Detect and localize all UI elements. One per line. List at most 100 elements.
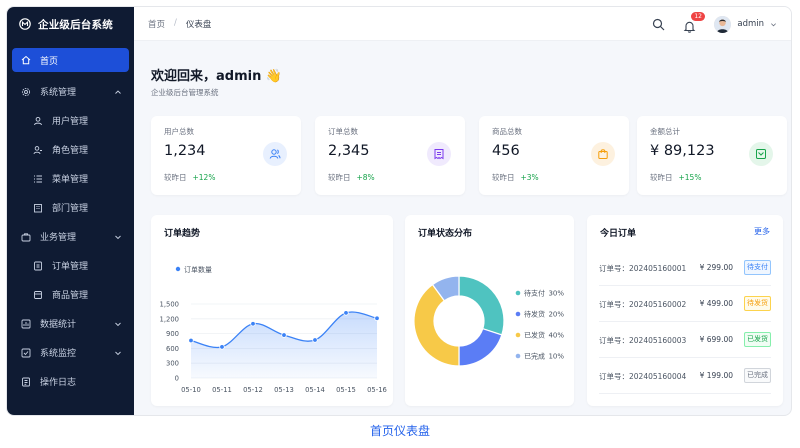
- sidebar-item-system[interactable]: 系统管理: [7, 77, 134, 106]
- x-tick-label: 05-13: [274, 386, 294, 394]
- product-icon: [34, 290, 42, 299]
- legend-label: 已完成: [524, 352, 545, 361]
- y-tick-label: 300: [166, 360, 179, 368]
- order-amount: ¥ 199.00: [699, 371, 733, 380]
- wallet-icon: [749, 142, 773, 166]
- avatar-image: [714, 15, 732, 33]
- user-menu[interactable]: admin: [714, 15, 777, 33]
- welcome-title: 欢迎回来，admin 👋: [151, 69, 283, 84]
- chevron-up-icon: [115, 89, 121, 94]
- breadcrumb-current: 仪表盘: [185, 19, 212, 30]
- role-icon: [33, 145, 42, 154]
- sidebar-item-label: 业务管理: [40, 233, 77, 243]
- avatar: [714, 15, 732, 33]
- notification-button[interactable]: 12: [683, 11, 705, 33]
- stat-value: ¥ 89,123: [650, 143, 715, 159]
- logo-icon: [19, 18, 31, 30]
- notification-badge: 12: [691, 11, 705, 21]
- more-link[interactable]: 更多: [754, 226, 770, 237]
- today-orders-panel: 今日订单 更多 订单号：202405160001 ¥ 299.00 待支付 订单…: [587, 215, 783, 406]
- stat-card-amount: 金额总计 ¥ 89,123 较昨日 +15%: [637, 116, 787, 195]
- briefcase-icon: [21, 232, 31, 241]
- legend-marker: [515, 290, 521, 296]
- y-tick-label: 1,200: [160, 315, 179, 323]
- bell-icon: [684, 21, 696, 33]
- sidebar-item-business[interactable]: 业务管理: [7, 222, 134, 251]
- legend-label: 待发货: [524, 310, 545, 319]
- panel-title: 今日订单: [600, 229, 637, 239]
- shopping-bag-icon: [591, 142, 615, 166]
- y-tick-label: 0: [175, 375, 179, 383]
- order-amount: ¥ 299.00: [699, 263, 733, 272]
- legend-label: 已发货: [524, 331, 545, 340]
- chevron-down-icon: [115, 322, 121, 326]
- status-badge: 已发货: [744, 332, 771, 347]
- order-row[interactable]: 订单号：202405160001 ¥ 299.00 待支付: [599, 250, 771, 286]
- order-icon: [34, 261, 42, 270]
- order-number: 订单号：202405160002: [599, 300, 687, 309]
- sidebar-item-statistics[interactable]: 数据统计: [7, 309, 134, 338]
- slice-percent-label: 10%: [548, 353, 564, 361]
- stat-label: 金额总计: [650, 127, 680, 136]
- sidebar-item-monitor[interactable]: 系统监控: [7, 338, 134, 367]
- order-row[interactable]: 订单号：202405160004 ¥ 199.00 已完成: [599, 358, 771, 394]
- data-point: [281, 332, 287, 338]
- sidebar-item-roles[interactable]: 角色管理: [7, 135, 134, 164]
- sidebar-item-departments[interactable]: 部门管理: [7, 193, 134, 222]
- x-tick-label: 05-16: [367, 386, 387, 394]
- list-icon: [34, 175, 42, 182]
- chevron-down-icon: [115, 235, 121, 239]
- sidebar-item-label: 系统监控: [40, 349, 77, 359]
- sidebar-item-label: 菜单管理: [52, 175, 89, 185]
- breadcrumb-home[interactable]: 首页: [148, 18, 165, 30]
- order-amount: ¥ 499.00: [699, 299, 733, 308]
- data-point: [312, 337, 318, 343]
- legend-label: 待支付: [524, 289, 545, 298]
- app-window: 企业级后台系统 首页 系统管理 用户管理 角色管理 菜单管理 部门管理 业务管理…: [6, 6, 792, 416]
- users-icon: [263, 142, 287, 166]
- order-row[interactable]: 订单号：202405160003 ¥ 699.00 已发货: [599, 322, 771, 358]
- sidebar-item-label: 角色管理: [52, 146, 89, 156]
- chevron-down-icon: [115, 351, 121, 355]
- x-tick-label: 05-10: [181, 386, 201, 394]
- sidebar-item-label: 系统管理: [40, 88, 77, 98]
- sidebar-item-label: 操作日志: [40, 378, 77, 388]
- gear-icon: [21, 87, 31, 96]
- brand: 企业级后台系统: [7, 7, 134, 41]
- slice-percent-label: 40%: [548, 332, 564, 340]
- order-row[interactable]: 订单号：202405160002 ¥ 499.00 待发货: [599, 286, 771, 322]
- page-caption: 首页仪表盘: [369, 424, 430, 438]
- log-icon: [22, 377, 30, 386]
- sidebar-item-menus[interactable]: 菜单管理: [7, 164, 134, 193]
- y-tick-label: 1,500: [160, 301, 179, 309]
- x-tick-label: 05-15: [336, 386, 356, 394]
- stat-compare-label: 较昨日: [164, 173, 187, 182]
- main-content: 欢迎回来，admin 👋 企业级后台管理系统 用户总数 1,234 较昨日 +12…: [134, 42, 791, 415]
- sidebar-item-home[interactable]: 首页: [12, 48, 129, 72]
- pie-slice: [458, 327, 503, 367]
- chart-icon: [21, 319, 31, 328]
- data-point: [188, 337, 194, 344]
- sidebar-item-products[interactable]: 商品管理: [7, 280, 134, 309]
- order-trend-chart: 订单数量 1,500 1,200 900 600 300 005-10 05-11 05-12 0…: [160, 265, 387, 394]
- header-actions: 12 admin: [652, 7, 777, 41]
- legend-marker: [515, 332, 521, 338]
- order-number: 订单号：202405160003: [599, 336, 687, 345]
- legend-marker: [515, 311, 521, 317]
- y-tick-label: 600: [166, 345, 179, 353]
- stat-compare: 较昨日 +3%: [492, 172, 539, 183]
- stat-value: 456: [492, 143, 520, 159]
- search-icon[interactable]: [652, 18, 665, 31]
- legend-label: 订单数量: [184, 265, 212, 274]
- stat-change: +3%: [520, 173, 539, 182]
- order-number: 订单号：202405160001: [599, 264, 687, 273]
- status-badge: 已完成: [744, 368, 771, 383]
- stat-compare: 较昨日 +8%: [328, 172, 375, 183]
- sidebar-item-label: 部门管理: [52, 204, 89, 214]
- stat-card-orders: 订单总数 2,345 较昨日 +8%: [315, 116, 465, 195]
- sidebar-item-orders[interactable]: 订单管理: [7, 251, 134, 280]
- sidebar-item-users[interactable]: 用户管理: [7, 106, 134, 135]
- sidebar-item-logs[interactable]: 操作日志: [7, 367, 134, 396]
- order-status-chart: 待支付 30% 待发货 20% 已发货 40% 已完成 10%: [413, 275, 564, 367]
- sidebar: 企业级后台系统 首页 系统管理 用户管理 角色管理 菜单管理 部门管理 业务管理…: [7, 7, 134, 415]
